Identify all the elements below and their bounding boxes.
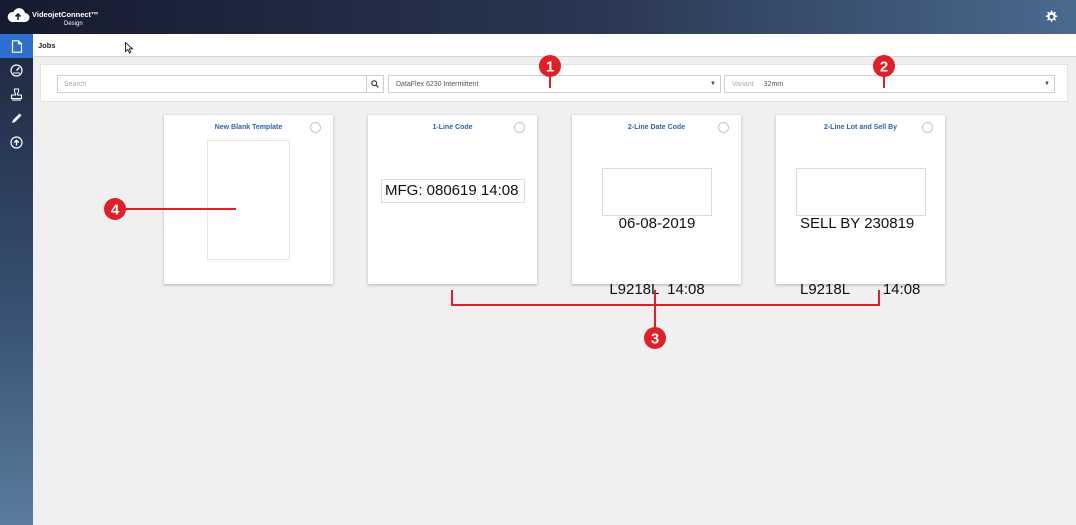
app-logo[interactable]: VideojetConnect™ Design [4, 5, 104, 31]
cloud-icon [7, 8, 30, 22]
card-title: 2-Line Lot and Sell By [823, 124, 898, 131]
printer-model-select[interactable]: DataFlex 6230 Intermittent ▼ [388, 75, 721, 93]
search-icon [371, 80, 379, 88]
sidebar [0, 34, 33, 525]
code-preview: 06-08-2019 L9218L 14:08 [602, 168, 712, 298]
brand-subtitle: Design [64, 21, 83, 27]
variant-select[interactable]: Variant 32mm ▼ [724, 75, 1055, 93]
blank-template-preview [207, 140, 290, 260]
code-preview: SELL BY 230819 L9218L 14:08 [796, 168, 926, 298]
template-card-1-line[interactable]: 1-Line Code MFG: 080619 14:08 [368, 115, 537, 284]
gauge-icon [10, 63, 23, 77]
sidebar-item-jobs[interactable] [0, 34, 33, 58]
document-icon [11, 39, 22, 53]
top-bar: VideojetConnect™ Design [0, 0, 1076, 34]
sidebar-item-edit[interactable] [0, 106, 33, 130]
printer-model-value: DataFlex 6230 Intermittent [396, 81, 479, 88]
variant-label: Variant [732, 81, 754, 88]
filter-bar: DataFlex 6230 Intermittent ▼ Variant 32mm… [40, 64, 1068, 102]
code-line: L9218L 14:08 [800, 281, 921, 298]
card-title: 1-Line Code [432, 124, 473, 131]
gear-icon[interactable] [1044, 10, 1058, 24]
upload-icon [10, 135, 23, 149]
sidebar-item-dashboard[interactable] [0, 58, 33, 82]
search-button[interactable] [366, 75, 384, 93]
card-select-radio[interactable] [718, 122, 729, 133]
template-card-2-line-date[interactable]: 2-Line Date Code 06-08-2019 L9218L 14:08 [572, 115, 741, 298]
stamp-icon [10, 87, 23, 101]
code-line: MFG: 080619 14:08 [385, 182, 519, 199]
code-preview: MFG: 080619 14:08 [381, 179, 525, 203]
card-title: New Blank Template [214, 124, 283, 131]
caret-down-icon: ▼ [710, 81, 716, 87]
card-select-radio[interactable] [514, 122, 525, 133]
code-line: L9218L 14:08 [609, 281, 705, 298]
caret-down-icon: ▼ [1044, 81, 1050, 87]
annotation-number: 4 [111, 202, 120, 219]
breadcrumb: Jobs [33, 34, 1076, 57]
sidebar-item-upload[interactable] [0, 130, 33, 154]
code-line: SELL BY 230819 [800, 215, 915, 232]
template-card-new-blank[interactable]: New Blank Template [164, 115, 333, 284]
brand-name: VideojetConnect™ [32, 10, 99, 19]
card-select-radio[interactable] [922, 122, 933, 133]
breadcrumb-jobs[interactable]: Jobs [38, 41, 56, 50]
template-card-2-line-lot-sellby[interactable]: 2-Line Lot and Sell By SELL BY 230819 L9… [776, 115, 945, 298]
mouse-cursor-icon [125, 42, 134, 54]
card-title: 2-Line Date Code [627, 124, 686, 131]
variant-text: Variant 32mm [732, 81, 783, 88]
card-select-radio[interactable] [310, 122, 321, 133]
pencil-icon [12, 113, 22, 123]
sidebar-item-stamp[interactable] [0, 82, 33, 106]
variant-value: 32mm [763, 81, 784, 88]
code-line: 06-08-2019 [618, 215, 696, 232]
search-input[interactable] [57, 75, 383, 93]
